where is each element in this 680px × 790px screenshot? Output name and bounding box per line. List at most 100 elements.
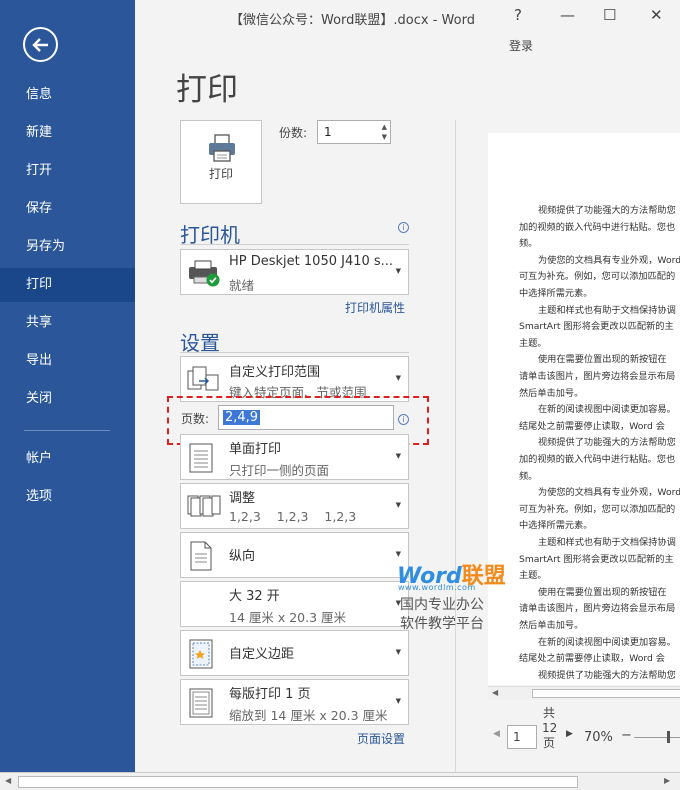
- nav-new[interactable]: 新建: [0, 116, 135, 150]
- printer-icon: [209, 134, 235, 162]
- nav-options[interactable]: 选项: [0, 480, 135, 514]
- chevron-down-icon: ▼: [395, 374, 401, 382]
- chevron-down-icon: ▼: [395, 267, 401, 275]
- zoom-slider-thumb[interactable]: [667, 731, 670, 743]
- preview-divider: [455, 120, 456, 775]
- nav-print[interactable]: 打印: [0, 268, 135, 302]
- collate-select[interactable]: 调整 1,2,3 1,2,3 1,2,3 ▼: [180, 483, 409, 529]
- copies-down-icon[interactable]: ▼: [382, 133, 387, 141]
- nav-open[interactable]: 打开: [0, 154, 135, 188]
- sides-select[interactable]: 单面打印 只打印一侧的页面 ▼: [180, 434, 409, 480]
- copies-label: 份数:: [279, 126, 308, 140]
- preview-scroll-thumb[interactable]: [532, 689, 680, 698]
- copies-input[interactable]: 1 ▲ ▼: [317, 120, 391, 144]
- printer-status: 就绪: [229, 278, 255, 293]
- preview-text-line: SmartArt 图形将会更改以匹配新的主: [519, 553, 674, 565]
- printer-properties-link[interactable]: 打印机属性: [345, 299, 405, 316]
- chevron-down-icon: ▼: [395, 452, 401, 460]
- preview-text-line: 中选择所需元素。: [519, 520, 593, 532]
- orientation-select[interactable]: 纵向 ▼: [180, 532, 409, 578]
- settings-heading-rule: [180, 352, 409, 353]
- page-title: 打印: [176, 72, 238, 108]
- back-button[interactable]: [23, 27, 58, 62]
- preview-text-line: 加的视频的嵌入代码中进行粘贴。您也: [519, 454, 676, 465]
- preview-text-line: 为使您的文档具有专业外观，Word: [538, 487, 680, 499]
- nav-info[interactable]: 信息: [0, 78, 135, 112]
- window-scroll-thumb[interactable]: [18, 776, 578, 788]
- prev-page-icon[interactable]: ◀: [493, 729, 500, 739]
- help-button[interactable]: ?: [514, 6, 522, 24]
- zoom-slider[interactable]: [634, 737, 680, 738]
- pages-per-sheet-select[interactable]: 每版打印 1 页 缩放到 14 厘米 x 20.3 厘米 ▼: [180, 679, 409, 725]
- sides-sub: 只打印一侧的页面: [229, 463, 330, 478]
- chevron-down-icon: ▼: [395, 648, 401, 656]
- arrow-left-icon: [32, 38, 48, 52]
- scroll-left-icon[interactable]: ◀: [5, 776, 11, 785]
- preview-text-line: 中选择所需元素。: [519, 288, 593, 299]
- nav-divider: [24, 430, 110, 431]
- print-range-title: 自定义打印范围: [229, 365, 321, 380]
- preview-text-line: 频。: [519, 470, 538, 482]
- preview-text-line: 视频提供了功能强大的方法帮助您: [538, 669, 676, 681]
- nav-account[interactable]: 帐户: [0, 442, 135, 476]
- window-scrollbar[interactable]: ◀ ▶: [0, 772, 680, 790]
- nav-save[interactable]: 保存: [0, 192, 135, 226]
- nav-save-as[interactable]: 另存为: [0, 230, 135, 264]
- zoom-level[interactable]: 70%: [584, 730, 613, 745]
- preview-text-line: 可互为补充。例如，您可以添加匹配的: [519, 271, 676, 283]
- copies-up-icon[interactable]: ▲: [382, 123, 387, 131]
- chevron-down-icon: ▼: [395, 550, 401, 558]
- preview-text-line: 频。: [519, 238, 538, 250]
- print-preview-page: 视频提供了功能强大的方法帮助您 加的视频的嵌入代码中进行粘贴。您也 频。 为使您的文档…: [488, 133, 680, 685]
- preview-text-line: 可互为补充。例如，您可以添加匹配的: [519, 503, 676, 515]
- scroll-left-icon[interactable]: ◀: [492, 688, 498, 697]
- chevron-down-icon: ▼: [395, 697, 401, 705]
- preview-text-line: 请单击该图片，图片旁边将会显示布局: [519, 371, 676, 382]
- preview-text-line: 请单击该图片，图片旁边将会显示布局: [519, 603, 676, 615]
- print-button[interactable]: 打印: [180, 120, 262, 204]
- close-button[interactable]: ✕: [650, 6, 663, 24]
- preview-text-line: SmartArt 图形将会更改以匹配新的主: [519, 321, 674, 333]
- preview-text-line: 结尾处之前需要停止读取，Word 会: [519, 653, 665, 665]
- page-number-input[interactable]: 1: [507, 725, 537, 749]
- preview-text-line: 在新的阅读视图中阅读更加容易。: [538, 636, 676, 648]
- backstage-sidebar: 信息 新建 打开 保存 另存为 打印 共享 导出 关闭 帐户 选项: [0, 0, 135, 772]
- printer-info-icon[interactable]: i: [398, 222, 409, 233]
- preview-text-line: 使用在需要位置出现的新按钮在: [538, 586, 667, 598]
- pages-per-sheet-title: 每版打印 1 页: [229, 687, 311, 702]
- scroll-right-icon[interactable]: ▶: [664, 776, 670, 785]
- paper-size-sub: 14 厘米 x 20.3 厘米: [229, 610, 347, 625]
- preview-text-line: 主题和样式也有助于文档保持协调: [538, 304, 676, 316]
- sides-title: 单面打印: [229, 442, 282, 457]
- next-page-icon[interactable]: ▶: [566, 729, 573, 739]
- preview-scrollbar[interactable]: ◀: [488, 686, 680, 700]
- printer-select[interactable]: HP Deskjet 1050 J410 s... 就绪 ▼: [180, 249, 409, 295]
- margins-icon: [189, 639, 213, 669]
- pages-range-icon: [187, 366, 219, 391]
- print-button-label: 打印: [208, 167, 233, 181]
- login-link[interactable]: 登录: [509, 37, 533, 54]
- title-bar: 【微信公众号：Word联盟】.docx - Word ? — ☐ ✕: [135, 0, 680, 36]
- preview-text-line: 使用在需要位置出现的新按钮在: [538, 354, 667, 366]
- nav-export[interactable]: 导出: [0, 344, 135, 378]
- page-setup-link[interactable]: 页面设置: [357, 730, 405, 747]
- page-number-value: 1: [513, 730, 521, 744]
- window-title: 【微信公众号：Word联盟】.docx - Word: [230, 13, 475, 28]
- preview-text-line: 视频提供了功能强大的方法帮助您: [538, 437, 676, 449]
- preview-text-line: 然后单击加号。: [519, 387, 584, 399]
- restore-button[interactable]: ☐: [603, 6, 616, 24]
- margins-select[interactable]: 自定义边距 ▼: [180, 630, 409, 676]
- paper-size-select[interactable]: 大 32 开 14 厘米 x 20.3 厘米 ▼: [180, 581, 409, 627]
- page-total: 共 12 页: [542, 706, 558, 750]
- one-page-per-sheet-icon: [189, 688, 213, 718]
- preview-text-line: 然后单击加号。: [519, 620, 584, 631]
- chevron-down-icon: ▼: [395, 501, 401, 509]
- nav-close[interactable]: 关闭: [0, 382, 135, 416]
- preview-text-line: 为使您的文档具有专业外观，Word: [538, 254, 680, 266]
- preview-text-line: 在新的阅读视图中阅读更加容易。: [538, 404, 676, 416]
- minimize-button[interactable]: —: [560, 6, 575, 24]
- preview-text-line: 主题和样式也有助于文档保持协调: [538, 537, 676, 548]
- nav-share[interactable]: 共享: [0, 306, 135, 340]
- zoom-out-icon[interactable]: −: [621, 728, 632, 743]
- printer-heading-rule: [180, 244, 409, 245]
